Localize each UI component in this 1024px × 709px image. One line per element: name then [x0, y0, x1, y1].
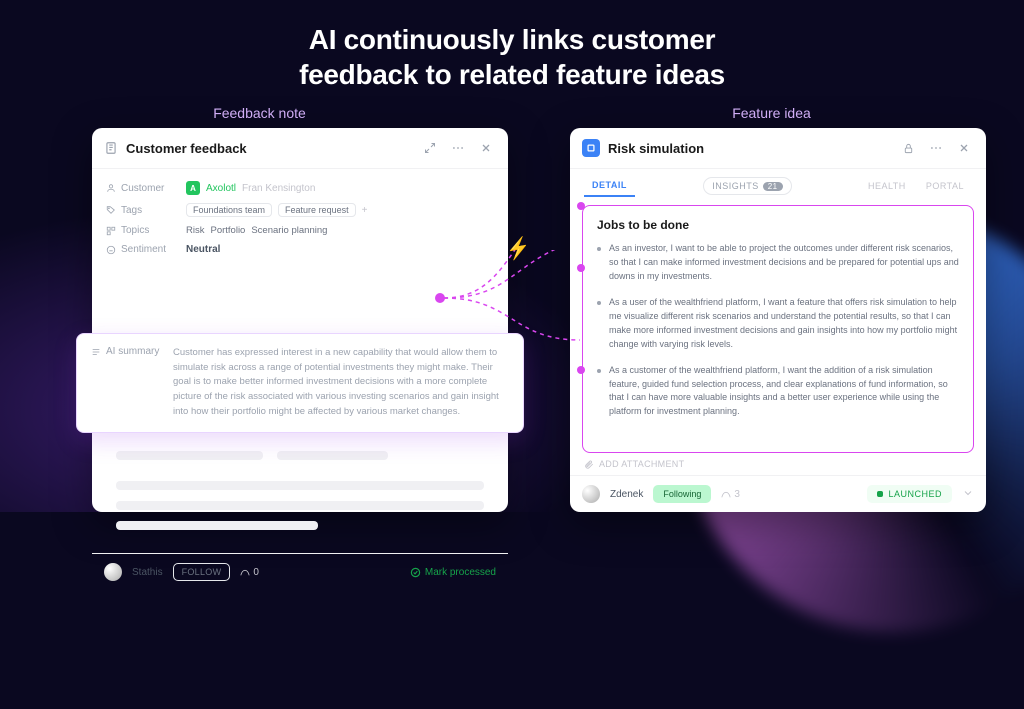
- ai-summary-text: Customer has expressed interest in a new…: [173, 346, 509, 420]
- job-item: As a customer of the wealthfriend platfo…: [597, 364, 959, 420]
- page-headline: AI continuously links customer feedback …: [0, 22, 1024, 92]
- job-item: As a user of the wealthfriend platform, …: [597, 296, 959, 352]
- job-item: As an investor, I want to be able to pro…: [597, 242, 959, 284]
- feature-icon: [582, 139, 600, 157]
- company-badge: A: [186, 181, 200, 195]
- author-name: Zdenek: [610, 489, 643, 500]
- add-attachment-button[interactable]: ADD ATTACHMENT: [584, 459, 972, 469]
- card-title: Risk simulation: [608, 141, 890, 156]
- card-footer: Zdenek Following 3 LAUNCHED: [570, 475, 986, 512]
- right-card-label: Feature idea: [732, 105, 811, 121]
- more-icon[interactable]: [926, 138, 946, 158]
- tags-label: Tags: [106, 205, 178, 216]
- sentiment-label: Sentiment: [106, 244, 178, 255]
- jobs-to-be-done-panel: Jobs to be done As an investor, I want t…: [582, 205, 974, 453]
- tab-health[interactable]: HEALTH: [860, 176, 914, 196]
- mark-processed-button[interactable]: Mark processed: [410, 567, 496, 578]
- card-title: Customer feedback: [126, 141, 412, 156]
- topics-label: Topics: [106, 225, 178, 236]
- close-icon[interactable]: [476, 138, 496, 158]
- avatar: [104, 563, 122, 581]
- left-card-label: Feedback note: [213, 105, 306, 121]
- bolt-icon: ⚡: [504, 234, 533, 263]
- sentiment-value: Neutral: [186, 244, 220, 255]
- feedback-note-card: Customer feedback Customer A Axolotl Fra…: [92, 128, 508, 512]
- card-header: Customer feedback: [92, 128, 508, 169]
- signal-count: 0: [240, 567, 259, 578]
- expand-icon[interactable]: [420, 138, 440, 158]
- card-header: Risk simulation: [570, 128, 986, 169]
- close-icon[interactable]: [954, 138, 974, 158]
- insights-count-badge: 21: [763, 182, 783, 191]
- tab-portal[interactable]: PORTAL: [918, 176, 972, 196]
- feature-idea-card: Risk simulation DETAIL INSIGHTS 21 HEALT…: [570, 128, 986, 512]
- ai-summary-label: AI summary: [91, 346, 163, 420]
- status-badge: LAUNCHED: [867, 485, 952, 503]
- status-chevron-icon[interactable]: [962, 487, 974, 502]
- topic-item[interactable]: Risk: [186, 225, 204, 236]
- follow-button[interactable]: FOLLOW: [173, 563, 231, 581]
- customer-label: Customer: [106, 183, 178, 194]
- tab-insights[interactable]: INSIGHTS 21: [703, 177, 791, 195]
- person-name: Fran Kensington: [242, 183, 315, 194]
- signal-count: 3: [721, 489, 740, 500]
- meta-section: Customer A Axolotl Fran Kensington Tags …: [92, 169, 508, 261]
- author-name: Stathis: [132, 567, 163, 578]
- tabs: DETAIL INSIGHTS 21 HEALTH PORTAL: [570, 169, 986, 197]
- ai-summary-panel: AI summary Customer has expressed intere…: [76, 333, 524, 433]
- avatar: [582, 485, 600, 503]
- more-icon[interactable]: [448, 138, 468, 158]
- tab-detail[interactable]: DETAIL: [584, 175, 635, 197]
- note-icon: [104, 141, 118, 155]
- company-name[interactable]: Axolotl: [206, 183, 236, 194]
- tag-chip[interactable]: Foundations team: [186, 203, 272, 217]
- jtbd-title: Jobs to be done: [597, 218, 959, 232]
- card-footer: Stathis FOLLOW 0 Mark processed: [92, 553, 508, 590]
- topic-item[interactable]: Scenario planning: [251, 225, 327, 236]
- add-tag-button[interactable]: +: [362, 205, 368, 216]
- lock-icon[interactable]: [898, 138, 918, 158]
- topic-item[interactable]: Portfolio: [210, 225, 245, 236]
- tag-chip[interactable]: Feature request: [278, 203, 356, 217]
- following-button[interactable]: Following: [653, 485, 711, 503]
